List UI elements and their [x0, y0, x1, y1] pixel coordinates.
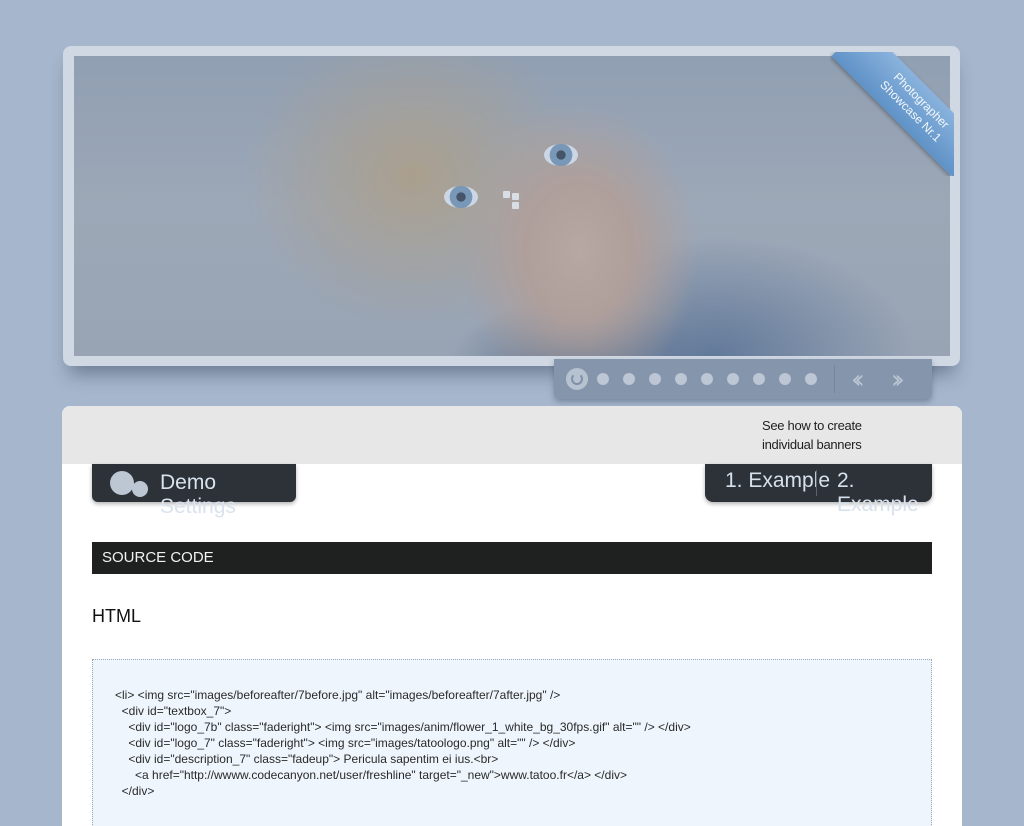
code-block: <li> <img src="images/beforeafter/7befor… — [92, 659, 932, 826]
slide-dot[interactable] — [727, 373, 739, 385]
html-heading: HTML — [92, 606, 141, 626]
example-1-button[interactable]: 1. Example — [725, 469, 830, 493]
code-line: <div id="description_7" class="fadeup"> … — [115, 752, 499, 766]
example-divider — [816, 470, 817, 496]
slide-dot[interactable] — [805, 373, 817, 385]
code-line: <div id="logo_7b" class="faderight"> <im… — [115, 720, 691, 734]
prev-slide-icon[interactable]: ‹‹ — [851, 365, 865, 395]
slider-nav-bar: ‹‹ ›› — [554, 359, 932, 399]
content-panel: See how to create individual banners Dem… — [62, 406, 962, 826]
code-line: <li> <img src="images/beforeafter/7befor… — [115, 688, 561, 702]
demo-settings-label: Demo Settings — [160, 471, 236, 518]
source-code-header: SOURCE CODE — [92, 542, 932, 574]
gear-small-icon — [132, 481, 148, 497]
showcase-ribbon: Photographer Showcase Nr.1 — [830, 52, 954, 176]
slide-dot[interactable] — [649, 373, 661, 385]
code-line: <a href="http://wwww.codecanyon.net/user… — [115, 768, 627, 782]
nav-separator — [834, 365, 835, 393]
play-pause-icon[interactable] — [566, 368, 588, 390]
code-line: <div id="textbox_7"> — [115, 704, 232, 718]
demo-settings-button[interactable]: Demo Settings — [92, 464, 296, 518]
slide-dot[interactable] — [779, 373, 791, 385]
example-2-button[interactable]: 2. Example — [837, 469, 932, 517]
loading-icon — [503, 191, 521, 209]
slide-dot[interactable] — [623, 373, 635, 385]
slide-dot[interactable] — [675, 373, 687, 385]
code-line: <div id="logo_7" class="faderight"> <img… — [115, 736, 576, 750]
next-slide-icon[interactable]: ›› — [891, 365, 905, 395]
slide-dot[interactable] — [753, 373, 765, 385]
individual-banners-link[interactable]: See how to create individual banners — [762, 416, 912, 454]
example-switcher: 1. Example 2. Example — [705, 464, 932, 516]
gear-icon — [110, 471, 134, 495]
slide-dot[interactable] — [597, 373, 609, 385]
slide-dot[interactable] — [701, 373, 713, 385]
code-line: </div> — [115, 784, 155, 798]
